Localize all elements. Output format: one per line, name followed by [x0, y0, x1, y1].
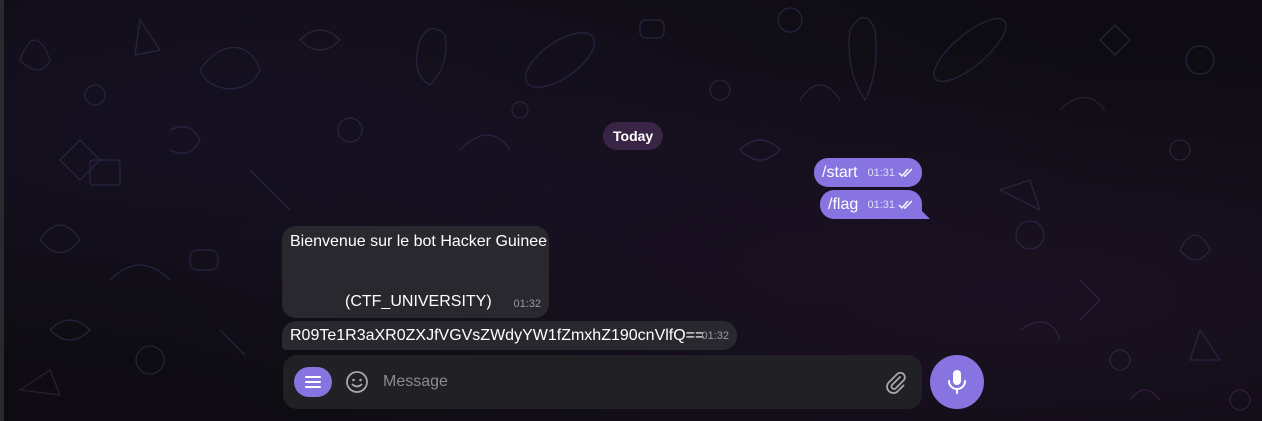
message-text-line2: (CTF_UNIVERSITY): [345, 293, 492, 310]
message-text: /flag: [828, 196, 859, 213]
message-text: R09Te1R3aXR0ZXJfVGVsZWdyYW1fZmxhZ190cnVl…: [290, 327, 705, 344]
message-meta: 01:31: [863, 195, 914, 215]
message-time: 01:31: [867, 199, 895, 211]
menu-icon: [305, 376, 321, 388]
message-input[interactable]: [383, 368, 863, 396]
incoming-message-welcome[interactable]: Bienvenue sur le bot Hacker Guinee (CTF_…: [282, 226, 549, 318]
voice-record-button[interactable]: [930, 355, 984, 409]
paperclip-icon: [886, 371, 906, 394]
message-text: /start: [822, 164, 858, 181]
smile-icon: [346, 371, 368, 393]
outgoing-message-start[interactable]: /start 01:31: [814, 158, 922, 187]
date-separator: Today: [603, 122, 664, 150]
double-check-icon: [898, 200, 913, 210]
message-time: 01:32: [701, 330, 729, 342]
attach-button[interactable]: [883, 370, 907, 394]
message-text-line1: Bienvenue sur le bot Hacker Guinee: [290, 233, 548, 250]
bot-menu-button[interactable]: [294, 367, 332, 397]
emoji-button[interactable]: [345, 370, 369, 394]
incoming-message-encoded-flag[interactable]: R09Te1R3aXR0ZXJfVGVsZWdyYW1fZmxhZ190cnVl…: [282, 321, 737, 350]
microphone-icon: [948, 370, 966, 394]
outgoing-message-flag[interactable]: /flag 01:31: [820, 190, 922, 219]
message-meta: 01:31: [863, 163, 914, 183]
double-check-icon: [898, 168, 913, 178]
message-time: 01:32: [513, 298, 541, 310]
message-composer: [283, 355, 922, 409]
message-time: 01:31: [867, 167, 895, 179]
